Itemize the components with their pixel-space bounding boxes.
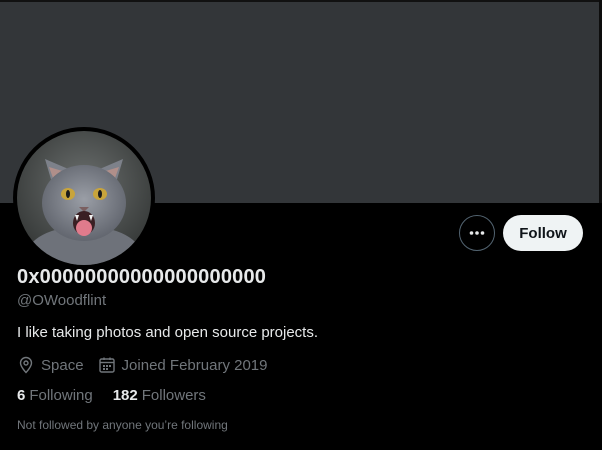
more-options-button[interactable] bbox=[459, 215, 495, 251]
follow-button[interactable]: Follow bbox=[503, 215, 583, 251]
avatar-cat-image bbox=[17, 131, 151, 265]
profile-handle: @OWoodflint bbox=[17, 292, 107, 309]
not-followed-note: Not followed by anyone you’re following bbox=[17, 418, 228, 432]
following-count: 6 bbox=[17, 387, 26, 404]
profile-joined: Joined February 2019 bbox=[98, 356, 268, 374]
location-pin-icon bbox=[19, 356, 33, 374]
banner-top-edge bbox=[0, 0, 602, 2]
location-text: Space bbox=[41, 356, 84, 374]
profile-location: Space bbox=[17, 356, 84, 374]
following-link[interactable]: 6 Following bbox=[17, 387, 93, 404]
joined-text: Joined February 2019 bbox=[121, 356, 268, 374]
profile-meta: Space Joined February 2019 bbox=[17, 355, 281, 375]
profile-display-name: 0x00000000000000000000 bbox=[17, 266, 267, 288]
more-horizontal-icon bbox=[469, 231, 485, 235]
profile-stats: 6 Following 182 Followers bbox=[17, 387, 226, 404]
following-label: Following bbox=[29, 387, 93, 404]
calendar-icon bbox=[98, 357, 115, 373]
profile-bio: I like taking photos and open source pro… bbox=[17, 324, 319, 341]
followers-link[interactable]: 182 Followers bbox=[113, 387, 206, 404]
followers-label: Followers bbox=[141, 387, 206, 404]
followers-count: 182 bbox=[112, 387, 138, 404]
profile-avatar[interactable] bbox=[13, 127, 155, 269]
